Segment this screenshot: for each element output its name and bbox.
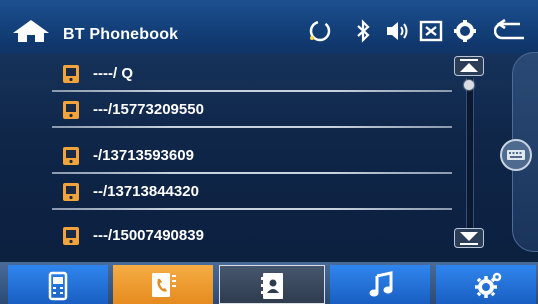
phone-contact-icon <box>63 147 79 165</box>
phone-contact-icon <box>63 227 79 245</box>
header-bar: BT Phonebook <box>0 0 538 54</box>
phone-tab[interactable] <box>8 265 108 304</box>
call-log-icon <box>152 273 176 297</box>
bt-phonebook-screen: BT Phonebook ----/ Q ---/15773209550 -/1… <box>0 0 538 304</box>
settings-icon[interactable] <box>452 18 478 44</box>
bluetooth-icon <box>357 19 370 43</box>
contact-label: ----/ Q <box>93 65 133 82</box>
contact-row[interactable]: ----/ Q <box>52 56 452 92</box>
scrollbar-track[interactable] <box>466 78 474 236</box>
sync-icon[interactable] <box>307 18 333 44</box>
contact-label: ---/15773209550 <box>93 101 204 118</box>
contact-row[interactable]: -/13713593609 <box>52 138 452 174</box>
phonebook-tab[interactable] <box>219 265 325 304</box>
contact-row[interactable]: ---/15007490839 <box>52 218 452 254</box>
gear-icon <box>475 272 502 298</box>
mobile-phone-icon <box>48 271 68 301</box>
music-tab[interactable] <box>330 265 430 304</box>
volume-icon[interactable] <box>384 18 410 44</box>
scroll-down-button[interactable] <box>454 228 484 248</box>
contact-row[interactable]: --/13713844320 <box>52 174 452 210</box>
contact-row[interactable]: ---/15773209550 <box>52 92 452 128</box>
row-divider <box>52 208 452 210</box>
contacts-book-icon <box>261 273 283 299</box>
row-divider <box>52 126 452 128</box>
contact-label: --/13713844320 <box>93 183 199 200</box>
scrollbar-thumb[interactable] <box>464 80 474 90</box>
page-title: BT Phonebook <box>63 26 179 43</box>
contact-label: -/13713593609 <box>93 147 194 164</box>
call-log-tab[interactable] <box>113 265 213 304</box>
settings-tab[interactable] <box>436 265 536 304</box>
close-box-icon[interactable] <box>418 18 444 44</box>
home-icon[interactable] <box>12 19 50 43</box>
scroll-up-button[interactable] <box>454 56 484 76</box>
keyboard-icon[interactable] <box>499 138 533 172</box>
music-note-icon <box>369 271 393 297</box>
phone-contact-icon <box>63 65 79 83</box>
phone-contact-icon <box>63 183 79 201</box>
phone-contact-icon <box>63 101 79 119</box>
contact-label: ---/15007490839 <box>93 227 204 244</box>
back-icon[interactable] <box>494 18 528 44</box>
